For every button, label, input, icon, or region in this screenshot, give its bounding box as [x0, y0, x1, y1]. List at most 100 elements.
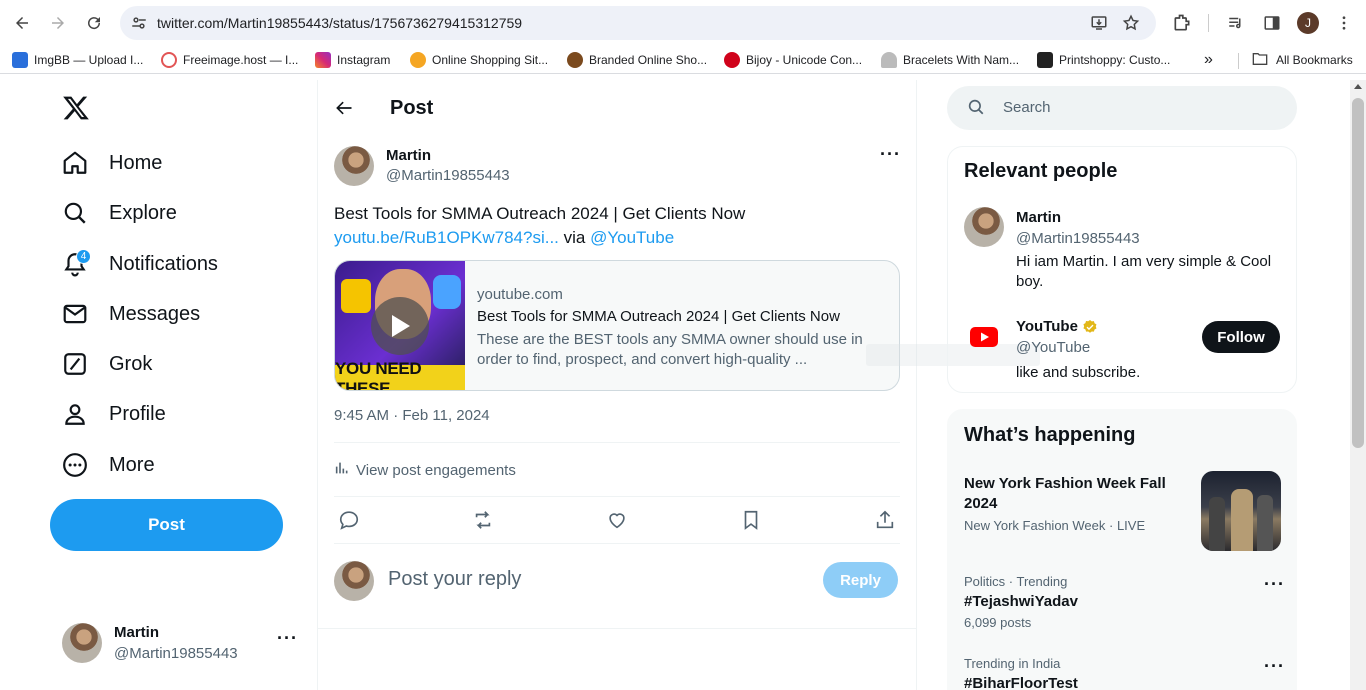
search-input[interactable]: Search [947, 86, 1297, 130]
share-icon[interactable] [874, 509, 896, 531]
verified-badge-icon [1082, 319, 1098, 335]
tweet-timestamp[interactable]: 9:45 AM · Feb 11, 2024 [334, 407, 490, 424]
bookmark-item[interactable]: Bracelets With Nam... [881, 51, 1019, 69]
analytics-icon [334, 460, 350, 480]
printshoppy-icon [1037, 52, 1053, 68]
more-bookmarks-icon[interactable]: » [1204, 51, 1213, 69]
nav-notifications[interactable]: 4 Notifications [62, 244, 218, 284]
relevant-people-panel: Relevant people Martin @Martin19855443 H… [947, 146, 1297, 393]
nav-more[interactable]: More [62, 445, 155, 485]
nav-home[interactable]: Home [62, 143, 162, 183]
side-panel-icon[interactable] [1261, 12, 1283, 34]
bookmark-item[interactable]: Instagram [315, 51, 390, 69]
youtube-logo-icon[interactable] [964, 317, 1004, 357]
back-icon[interactable] [10, 11, 34, 35]
trend-meta: New York Fashion Week · LIVE [964, 518, 1146, 533]
post-button[interactable]: Post [50, 499, 283, 551]
trend-image[interactable] [1201, 471, 1281, 551]
tweet-link[interactable]: youtu.be/RuB1OPKw784?si... [334, 228, 559, 247]
follow-button[interactable]: Follow [1202, 321, 1280, 353]
divider [334, 543, 900, 544]
nav-explore[interactable]: Explore [62, 193, 177, 233]
mention-link[interactable]: @YouTube [590, 228, 674, 247]
trend-meta: Politics · Trending [964, 574, 1068, 589]
bookmark-icon[interactable] [740, 509, 762, 531]
bookmark-item[interactable]: Printshoppy: Custo... [1037, 51, 1170, 69]
like-icon[interactable] [606, 509, 628, 531]
author-name[interactable]: Martin [386, 147, 431, 164]
browser-menu-icon[interactable] [1333, 12, 1355, 34]
home-icon [62, 150, 88, 176]
repost-icon[interactable] [472, 509, 494, 531]
bookmarks-divider [1238, 53, 1239, 69]
extensions-icon[interactable] [1171, 12, 1193, 34]
x-logo-icon[interactable] [62, 94, 90, 122]
bookmark-item[interactable]: Freeimage.host — I... [161, 51, 298, 69]
avatar[interactable] [964, 207, 1004, 247]
person-name[interactable]: Martin [1016, 209, 1061, 226]
image-figure [1231, 489, 1253, 551]
bookmark-item[interactable]: Branded Online Sho... [567, 51, 707, 69]
link-card[interactable]: YOU NEED THESE youtube.com Best Tools fo… [334, 260, 900, 391]
tweet-more-icon[interactable]: ··· [880, 144, 901, 165]
site-settings-icon[interactable] [130, 14, 148, 37]
search-placeholder: Search [1003, 99, 1051, 116]
engagements-label: View post engagements [356, 461, 516, 479]
twitter-page: Home Explore 4 Notifications Messages Gr… [0, 80, 1350, 690]
bookmark-item[interactable]: ImgBB — Upload I... [12, 51, 143, 69]
bookmark-item[interactable]: Online Shopping Sit... [410, 51, 548, 69]
address-bar[interactable]: twitter.com/Martin19855443/status/175673… [120, 6, 1156, 40]
reply-button[interactable]: Reply [823, 562, 898, 598]
scrollbar-thumb[interactable] [1352, 98, 1364, 448]
nav-profile[interactable]: Profile [62, 394, 166, 434]
trend-more-icon[interactable]: ··· [1264, 574, 1285, 595]
bookmark-item[interactable]: Bijoy - Unicode Con... [724, 51, 862, 69]
trend-item[interactable]: Trending in India #BiharFloorTest [964, 656, 1274, 690]
freeimage-icon [161, 52, 177, 68]
person-name[interactable]: YouTube [1016, 318, 1098, 335]
youtube-name: YouTube [1016, 318, 1078, 335]
play-icon[interactable] [371, 297, 429, 355]
account-more-icon[interactable]: ··· [277, 628, 298, 649]
reload-icon[interactable] [82, 11, 106, 35]
media-control-icon[interactable] [1225, 12, 1247, 34]
account-name: Martin [114, 624, 159, 641]
video-thumbnail[interactable]: YOU NEED THESE [335, 261, 465, 390]
trend-item[interactable]: Politics · Trending #TejashwiYadav 6,099… [964, 574, 1274, 630]
card-domain: youtube.com [477, 286, 563, 303]
tweet-text: Best Tools for SMMA Outreach 2024 | Get … [334, 202, 894, 250]
account-handle: @Martin19855443 [114, 645, 238, 662]
all-bookmarks-label: All Bookmarks [1276, 53, 1353, 67]
bookmark-star-icon[interactable] [1122, 14, 1140, 32]
view-engagements[interactable]: View post engagements [334, 460, 516, 480]
all-bookmarks[interactable]: All Bookmarks [1252, 51, 1353, 69]
browser-toolbar: twitter.com/Martin19855443/status/175673… [0, 0, 1366, 46]
search-icon [967, 98, 985, 121]
reply-input[interactable]: Post your reply [388, 568, 521, 591]
trend-topic: #TejashwiYadav [964, 593, 1078, 610]
nav-messages[interactable]: Messages [62, 294, 200, 334]
nav-grok[interactable]: Grok [62, 344, 152, 384]
account-switcher[interactable]: Martin @Martin19855443 ··· [62, 622, 297, 664]
bookmark-label: ImgBB — Upload I... [34, 53, 144, 67]
author-avatar[interactable] [334, 146, 374, 186]
panel-title: Relevant people [964, 160, 1118, 182]
trend-count: 6,099 posts [964, 615, 1032, 630]
install-app-icon[interactable] [1090, 14, 1108, 32]
person-handle[interactable]: @YouTube [1016, 339, 1090, 356]
page-scrollbar[interactable] [1350, 80, 1366, 690]
forward-icon[interactable] [46, 11, 70, 35]
scroll-up-icon[interactable] [1354, 84, 1362, 89]
author-handle[interactable]: @Martin19855443 [386, 167, 510, 184]
bookmark-label: Bracelets With Nam... [903, 53, 1020, 67]
back-arrow-icon[interactable] [334, 98, 354, 123]
divider [318, 628, 916, 629]
person-handle[interactable]: @Martin19855443 [1016, 230, 1140, 247]
bracelet-icon [881, 52, 897, 68]
bookmarks-bar: ImgBB — Upload I... Freeimage.host — I..… [0, 46, 1366, 74]
reply-icon[interactable] [338, 509, 360, 531]
left-sidebar: Home Explore 4 Notifications Messages Gr… [0, 80, 318, 690]
trend-item[interactable]: New York Fashion Week Fall 2024 New York… [964, 474, 1189, 533]
profile-avatar[interactable]: J [1297, 12, 1319, 34]
trend-more-icon[interactable]: ··· [1264, 656, 1285, 677]
